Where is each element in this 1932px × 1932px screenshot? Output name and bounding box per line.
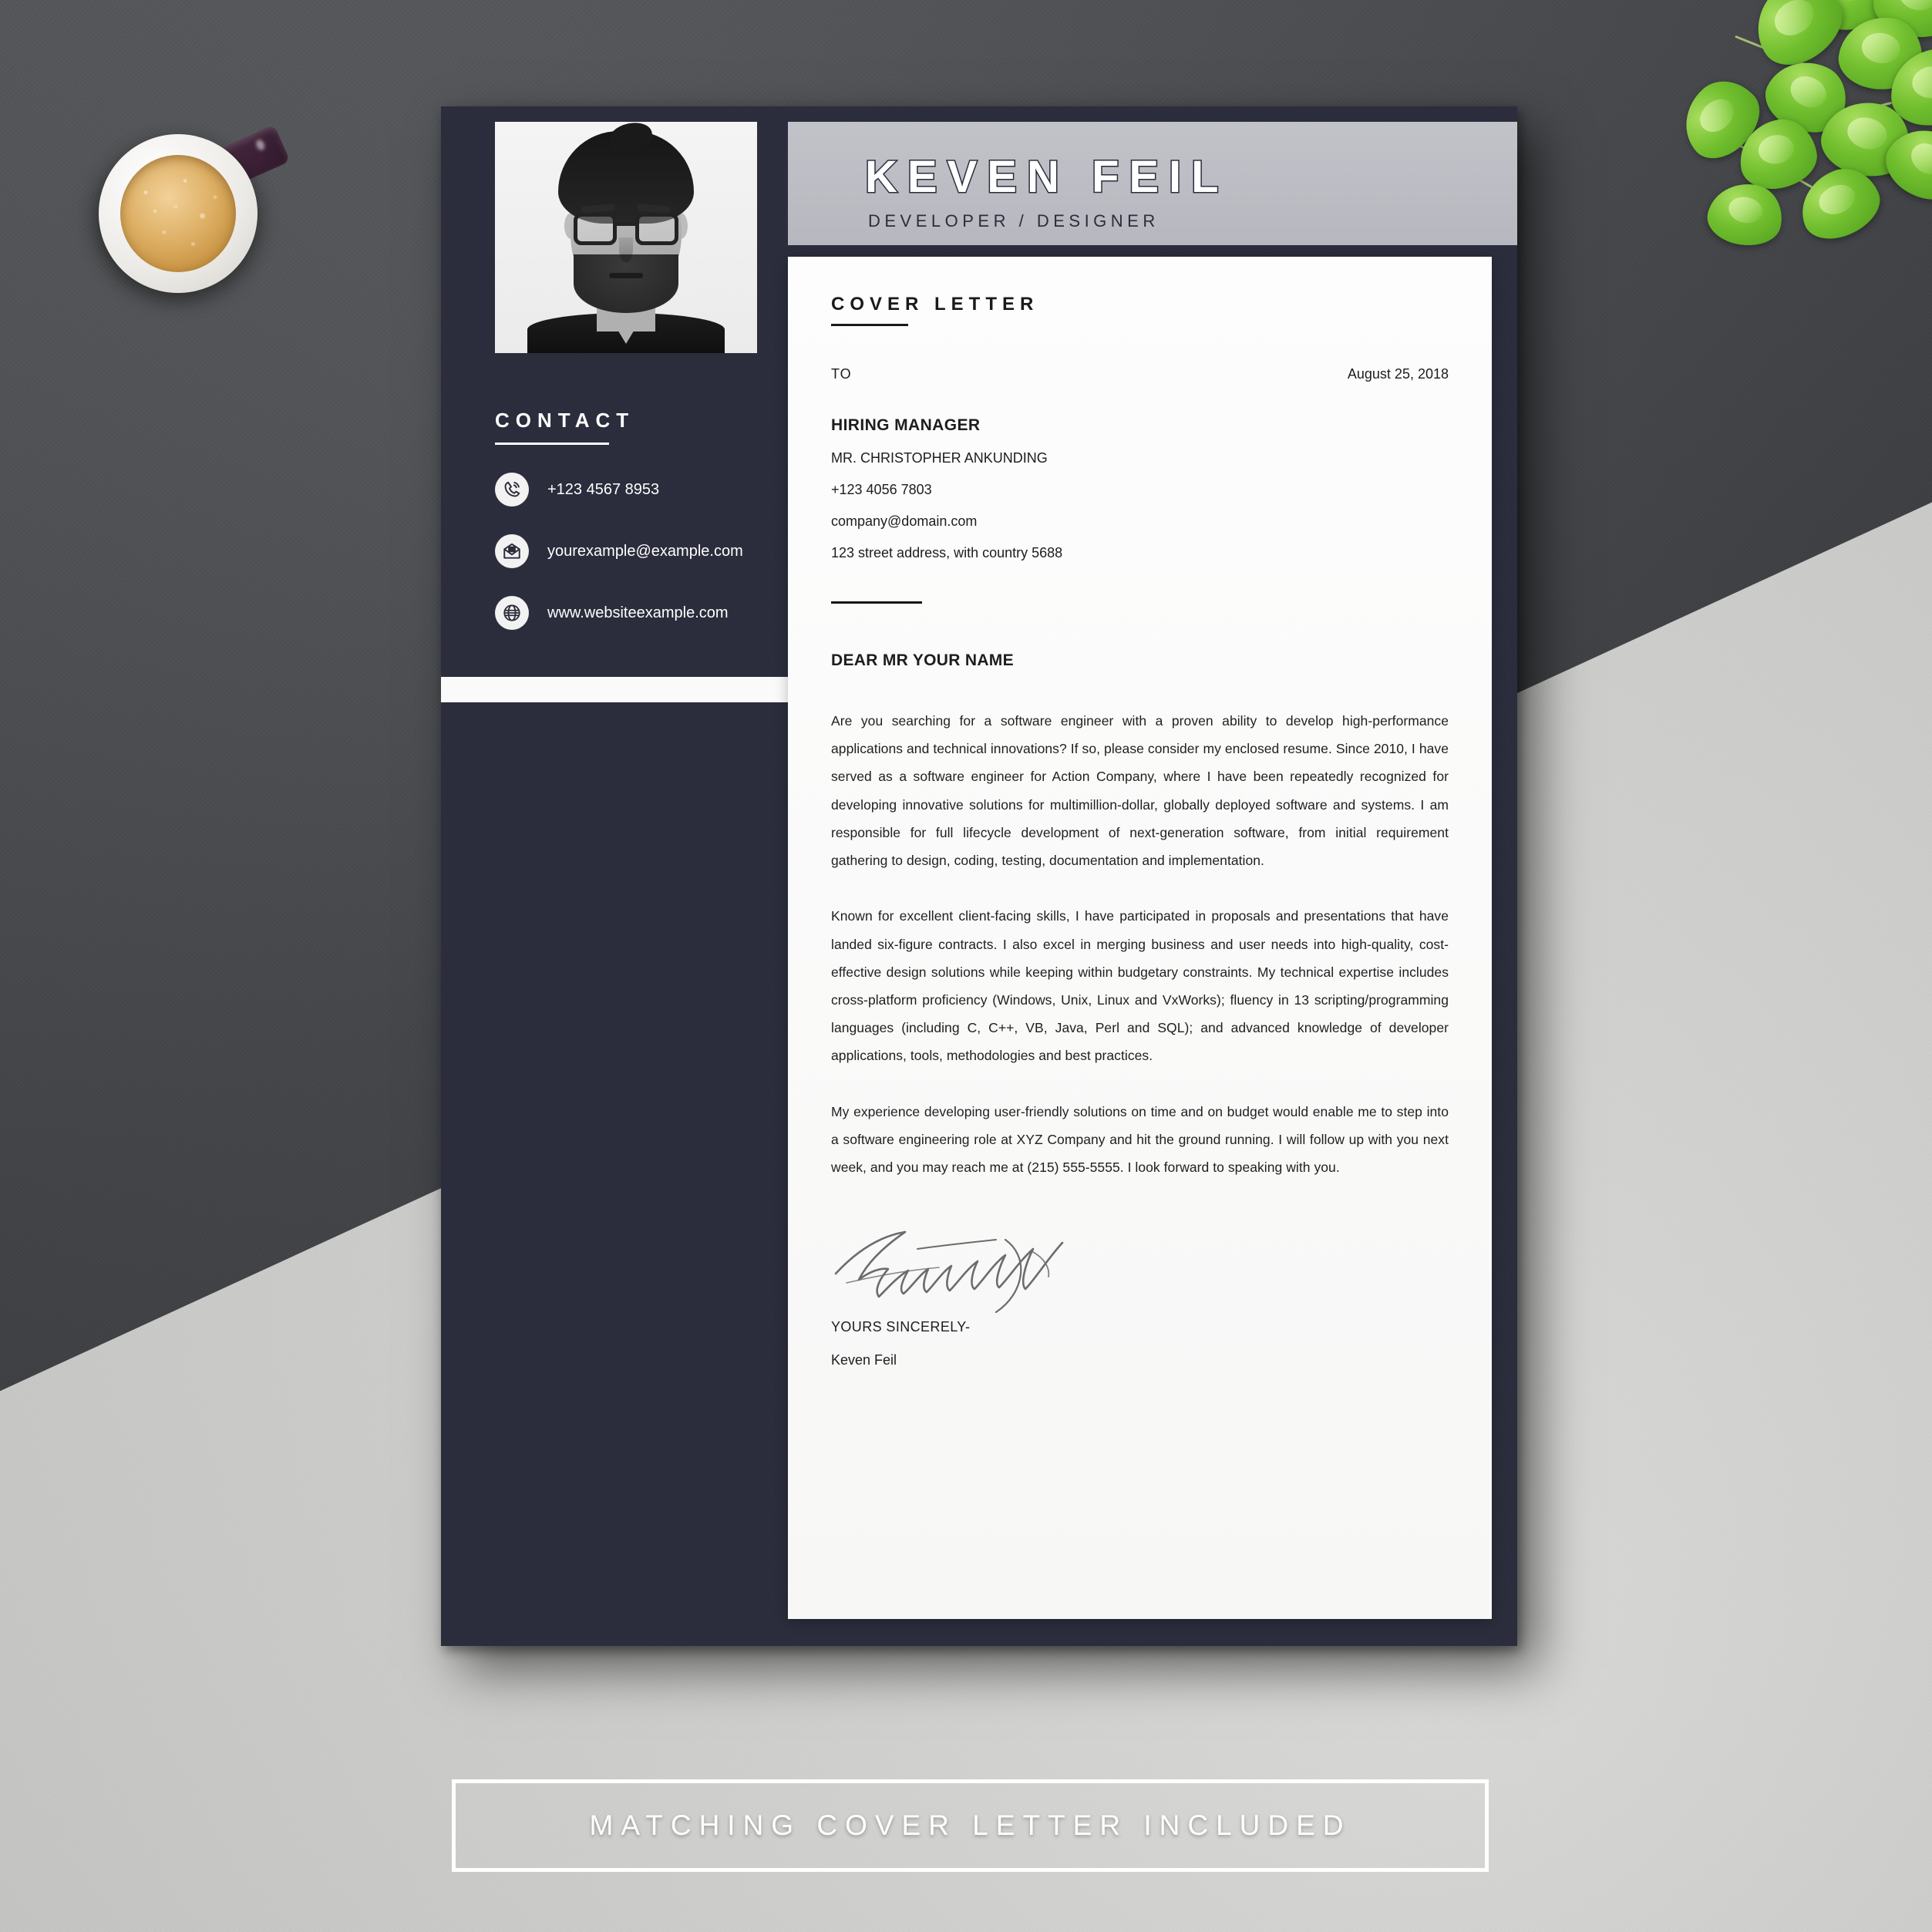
contact-website-value: www.websiteexample.com: [547, 604, 729, 621]
envelope-icon: [495, 534, 529, 568]
recipient-role: HIRING MANAGER: [831, 416, 981, 434]
matching-cover-letter-banner: MATCHING COVER LETTER INCLUDED: [452, 1779, 1489, 1872]
recipient-phone: +123 4056 7803: [831, 482, 932, 497]
letter-divider: [831, 601, 922, 604]
recipient-email: company@domain.com: [831, 513, 978, 529]
contact-phone-value: +123 4567 8953: [547, 480, 660, 498]
portrait-eyeglass-left: [574, 213, 617, 245]
page-title: KEVEN FEIL: [864, 151, 1229, 204]
recipient-name: MR. CHRISTOPHER ANKUNDING: [831, 450, 1048, 466]
letter-paragraph: Are you searching for a software enginee…: [831, 713, 1449, 869]
contact-email-value: yourexample@example.com: [547, 542, 743, 560]
globe-icon: [495, 596, 529, 630]
portrait-photo: [495, 122, 757, 353]
letter-title-underline: [831, 324, 908, 326]
portrait-beard: [574, 254, 678, 313]
contact-section: CONTACT +123 4567 8953 yourexample@examp…: [495, 409, 772, 630]
letter-salutation: DEAR MR YOUR NAME: [831, 651, 1014, 669]
to-label: TO: [831, 366, 852, 382]
portrait-mouth: [609, 273, 643, 278]
recipient-address: 123 street address, with country 5688: [831, 545, 1063, 560]
contact-title-underline: [495, 443, 609, 445]
portrait-face-illustration: [510, 122, 742, 353]
portrait-nose: [619, 237, 633, 262]
portrait-eyeglass-bridge: [617, 222, 635, 226]
letter-paragraph: Known for excellent client-facing skills…: [831, 908, 1449, 1064]
name-header-bar: KEVEN FEIL DEVELOPER / DESIGNER: [788, 122, 1517, 245]
contact-item-website[interactable]: www.websiteexample.com: [495, 596, 772, 630]
coffee-liquid: [120, 155, 236, 272]
portrait-eyeglass-right: [635, 213, 678, 245]
coffee-cup-body: [99, 134, 257, 293]
contact-item-email[interactable]: yourexample@example.com: [495, 534, 772, 568]
cover-letter-card: KEVEN FEIL DEVELOPER / DESIGNER CONTACT …: [441, 106, 1517, 1646]
letter-paragraph: My experience developing user-friendly s…: [831, 1103, 1449, 1176]
recipient-block: HIRING MANAGER MR. CHRISTOPHER ANKUNDING…: [831, 416, 1449, 561]
pothos-plant: [1616, 0, 1932, 253]
signature-block: YOURS SINCERELY- Keven Feil: [831, 1226, 1449, 1368]
sign-off-label: YOURS SINCERELY-: [831, 1319, 971, 1335]
contact-item-phone[interactable]: +123 4567 8953: [495, 473, 772, 507]
coffee-foam-bubbles: [120, 155, 236, 272]
sign-off-name: Keven Feil: [831, 1352, 897, 1368]
sidebar-white-divider: [441, 677, 788, 702]
handwritten-signature: [834, 1230, 1064, 1314]
banner-text: MATCHING COVER LETTER INCLUDED: [589, 1809, 1351, 1841]
phone-icon: [495, 473, 529, 507]
letter-sheet: COVER LETTER TO August 25, 2018 HIRING M…: [788, 257, 1492, 1619]
coffee-cup: [85, 116, 291, 293]
job-title-subtitle: DEVELOPER / DESIGNER: [868, 211, 1160, 231]
letter-title: COVER LETTER: [831, 294, 1039, 315]
letter-meta-row: TO August 25, 2018: [831, 366, 1449, 382]
contact-section-title: CONTACT: [495, 409, 635, 432]
letter-date: August 25, 2018: [1347, 366, 1449, 382]
